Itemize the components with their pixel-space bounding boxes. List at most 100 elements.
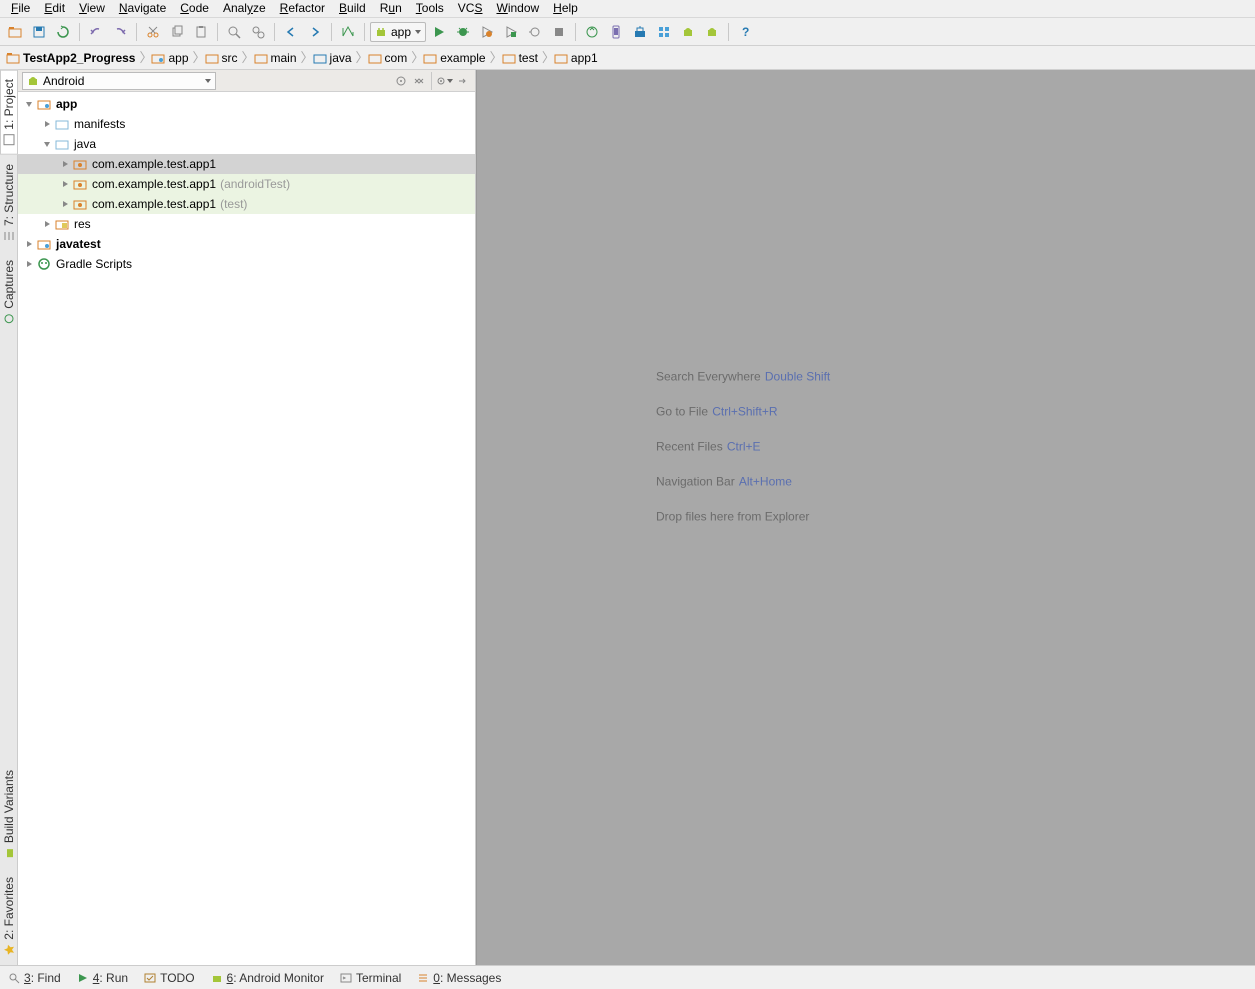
attach-debugger-icon[interactable] bbox=[524, 21, 546, 43]
find-icon[interactable] bbox=[223, 21, 245, 43]
tree-node-app[interactable]: app bbox=[18, 94, 475, 114]
menu-tools[interactable]: Tools bbox=[409, 0, 451, 17]
tree-node-manifests[interactable]: manifests bbox=[18, 114, 475, 134]
cut-icon[interactable] bbox=[142, 21, 164, 43]
profile-icon[interactable] bbox=[476, 21, 498, 43]
bottom-tab-run[interactable]: 4: Run bbox=[77, 971, 128, 985]
package-icon bbox=[72, 176, 88, 192]
gutter-tab-favorites[interactable]: 2: Favorites bbox=[0, 868, 18, 965]
tree-node-java[interactable]: java bbox=[18, 134, 475, 154]
bottom-tab-todo[interactable]: TODO bbox=[144, 971, 194, 985]
help-icon[interactable]: ? bbox=[734, 21, 756, 43]
breadcrumb-item-app[interactable]: app bbox=[147, 47, 192, 69]
tree-collapsed-icon[interactable] bbox=[22, 257, 36, 271]
menu-refactor[interactable]: Refactor bbox=[273, 0, 332, 17]
menu-window[interactable]: Window bbox=[489, 0, 546, 17]
project-tree[interactable]: app manifests java com.example.test.app1 bbox=[18, 92, 475, 965]
menu-navigate[interactable]: Navigate bbox=[112, 0, 173, 17]
tree-collapsed-icon[interactable] bbox=[58, 197, 72, 211]
sdk-manager-icon[interactable] bbox=[629, 21, 651, 43]
breadcrumb-item-src[interactable]: src bbox=[201, 47, 242, 69]
sync-icon[interactable] bbox=[52, 21, 74, 43]
gutter-tab-project[interactable]: 1: Project bbox=[0, 70, 18, 155]
menu-file[interactable]: File bbox=[4, 0, 37, 17]
chevron-down-icon bbox=[415, 30, 421, 34]
gutter-tab-structure[interactable]: 7: Structure bbox=[0, 155, 18, 251]
breadcrumb-item-project[interactable]: TestApp2_Progress bbox=[2, 47, 139, 69]
paste-icon[interactable] bbox=[190, 21, 212, 43]
android-icon[interactable] bbox=[701, 21, 723, 43]
run-config-combo[interactable]: app bbox=[370, 22, 426, 42]
folder-icon bbox=[6, 52, 20, 64]
project-view-combo[interactable]: Android bbox=[22, 72, 216, 90]
tree-node-javatest[interactable]: javatest bbox=[18, 234, 475, 254]
debug-icon[interactable] bbox=[452, 21, 474, 43]
avd-manager-icon[interactable] bbox=[605, 21, 627, 43]
tree-node-res[interactable]: res bbox=[18, 214, 475, 234]
bottom-tab-label: Terminal bbox=[356, 971, 401, 985]
tree-node-gradle-scripts[interactable]: Gradle Scripts bbox=[18, 254, 475, 274]
undo-icon[interactable] bbox=[85, 21, 107, 43]
breadcrumb-item-example[interactable]: example bbox=[419, 47, 489, 69]
folder-icon bbox=[54, 136, 70, 152]
bottom-tab-android-monitor[interactable]: 6: Android Monitor bbox=[211, 971, 324, 985]
tree-collapsed-icon[interactable] bbox=[40, 117, 54, 131]
editor-empty-state[interactable]: Search Everywhere Double Shift Go to Fil… bbox=[476, 70, 1255, 965]
bottom-tab-messages[interactable]: 0: Messages bbox=[417, 971, 501, 985]
gutter-tab-captures[interactable]: Captures bbox=[0, 251, 18, 334]
gutter-tab-label: 1: Project bbox=[2, 79, 16, 130]
locate-icon[interactable] bbox=[392, 72, 410, 90]
back-icon[interactable] bbox=[280, 21, 302, 43]
tree-expanded-icon[interactable] bbox=[22, 97, 36, 111]
menu-analyze[interactable]: Analyze bbox=[216, 0, 273, 17]
panel-tools bbox=[392, 72, 471, 90]
redo-icon[interactable] bbox=[109, 21, 131, 43]
package-icon bbox=[423, 52, 437, 64]
android-icon[interactable] bbox=[677, 21, 699, 43]
bottom-tab-terminal[interactable]: Terminal bbox=[340, 971, 401, 985]
collapse-icon[interactable] bbox=[410, 72, 428, 90]
coverage-icon[interactable] bbox=[500, 21, 522, 43]
bottom-tab-find[interactable]: 3: Find bbox=[8, 971, 61, 985]
menu-help[interactable]: Help bbox=[546, 0, 585, 17]
tree-node-package-selected[interactable]: com.example.test.app1 bbox=[18, 154, 475, 174]
run-icon[interactable] bbox=[428, 21, 450, 43]
menu-edit[interactable]: Edit bbox=[37, 0, 72, 17]
left-gutter: 1: Project 7: Structure Captures Build V… bbox=[0, 70, 18, 965]
tree-label: java bbox=[74, 137, 96, 151]
toolbar-separator bbox=[274, 23, 275, 41]
breadcrumb-item-com[interactable]: com bbox=[364, 47, 412, 69]
forward-icon[interactable] bbox=[304, 21, 326, 43]
save-icon[interactable] bbox=[28, 21, 50, 43]
sync-gradle-icon[interactable] bbox=[581, 21, 603, 43]
menu-run[interactable]: Run bbox=[373, 0, 409, 17]
menu-code[interactable]: Code bbox=[173, 0, 216, 17]
hide-icon[interactable] bbox=[453, 72, 471, 90]
breadcrumb-item-main[interactable]: main bbox=[250, 47, 301, 69]
breadcrumb-item-java[interactable]: java bbox=[309, 47, 356, 69]
tree-expanded-icon[interactable] bbox=[40, 137, 54, 151]
copy-icon[interactable] bbox=[166, 21, 188, 43]
project-structure-icon[interactable] bbox=[653, 21, 675, 43]
tree-node-package-test[interactable]: com.example.test.app1 (test) bbox=[18, 194, 475, 214]
menu-build[interactable]: Build bbox=[332, 0, 373, 17]
stop-icon[interactable] bbox=[548, 21, 570, 43]
run-config-label: app bbox=[391, 25, 411, 39]
gear-icon[interactable] bbox=[435, 72, 453, 90]
replace-icon[interactable] bbox=[247, 21, 269, 43]
package-icon bbox=[72, 156, 88, 172]
tree-collapsed-icon[interactable] bbox=[58, 157, 72, 171]
gutter-tab-build-variants[interactable]: Build Variants bbox=[0, 761, 18, 868]
tree-label: app bbox=[56, 97, 77, 111]
tree-node-package-androidtest[interactable]: com.example.test.app1 (androidTest) bbox=[18, 174, 475, 194]
open-icon[interactable] bbox=[4, 21, 26, 43]
toolbar-separator bbox=[728, 23, 729, 41]
breadcrumb-item-test[interactable]: test bbox=[498, 47, 542, 69]
breadcrumb-item-app1[interactable]: app1 bbox=[550, 47, 602, 69]
make-icon[interactable] bbox=[337, 21, 359, 43]
tree-collapsed-icon[interactable] bbox=[58, 177, 72, 191]
menu-vcs[interactable]: VCS bbox=[451, 0, 490, 17]
tree-collapsed-icon[interactable] bbox=[22, 237, 36, 251]
menu-view[interactable]: View bbox=[72, 0, 112, 17]
tree-collapsed-icon[interactable] bbox=[40, 217, 54, 231]
